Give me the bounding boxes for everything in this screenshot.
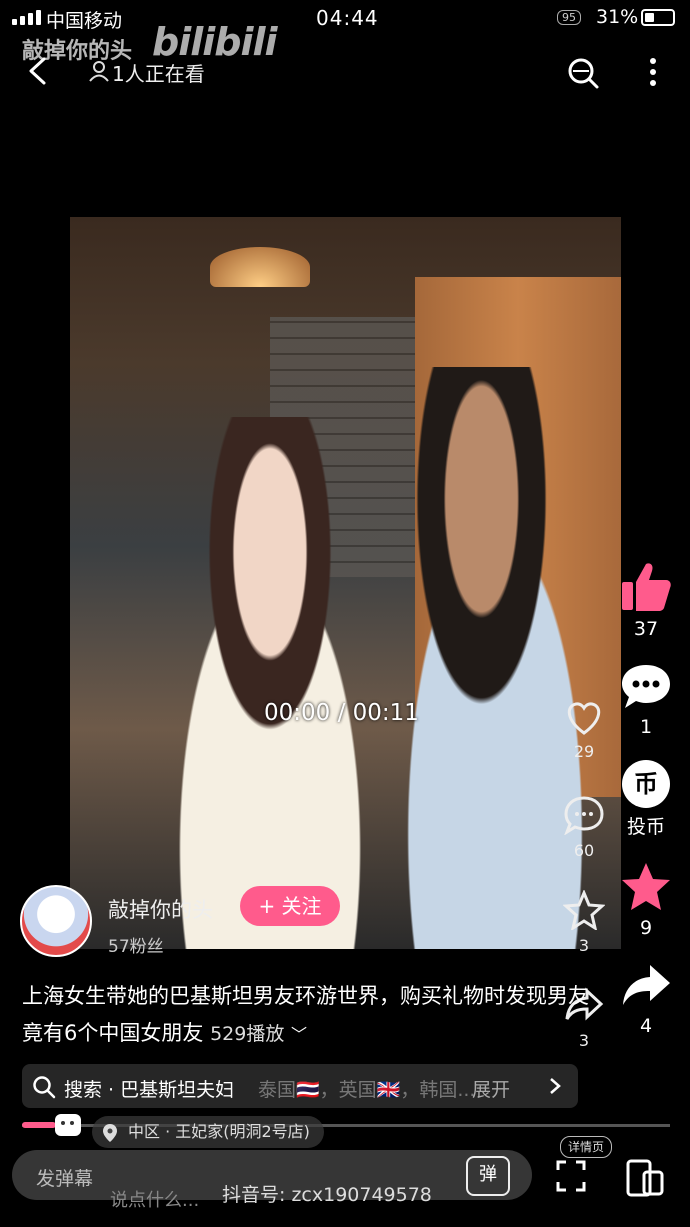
viewers-icon xyxy=(89,61,109,82)
video-bg-lamp xyxy=(210,247,310,287)
search-ghost-text: 泰国🇹🇭，英国🇬🇧，韩国... xyxy=(258,1079,476,1101)
share-icon xyxy=(623,965,670,1005)
heart-icon xyxy=(567,702,601,735)
portrait-icon[interactable] xyxy=(624,1158,666,1198)
star-icon xyxy=(622,863,670,910)
video-timecode: 00:00 / 00:11 xyxy=(264,700,419,726)
coin-label: 投币 xyxy=(626,816,665,838)
back-icon[interactable] xyxy=(26,56,50,86)
progress-handle[interactable] xyxy=(55,1114,81,1136)
star-icon xyxy=(563,890,605,930)
fullscreen-icon[interactable] xyxy=(556,1160,586,1192)
danmu-placeholder: 发弹幕 xyxy=(36,1168,94,1190)
inner-comment-count: 60 xyxy=(573,841,595,860)
inner-like-count: 29 xyxy=(573,742,595,761)
comment-ghost-input: 说点什么... xyxy=(110,1190,200,1211)
thumb-up-icon xyxy=(622,563,671,611)
search-icon xyxy=(33,1076,56,1099)
video-player[interactable] xyxy=(70,217,621,949)
search-scan-icon[interactable] xyxy=(566,56,600,90)
search-expand[interactable]: 展开 xyxy=(472,1075,510,1102)
location-icon xyxy=(103,1124,117,1142)
danmu-toggle-button[interactable]: 弹 xyxy=(466,1156,510,1196)
battery-level-chip: 95 xyxy=(557,10,581,25)
inner-comment[interactable]: 60 xyxy=(558,795,610,890)
more-icon[interactable] xyxy=(644,56,662,88)
author-name[interactable]: 敲掉你的头 xyxy=(108,894,213,924)
coin-icon: 币 xyxy=(622,760,670,808)
inner-like[interactable]: 29 xyxy=(558,700,610,795)
favorite-count: 9 xyxy=(639,917,653,939)
video-description[interactable]: 上海女生带她的巴基斯坦男友环游世界，购买礼物时发现男友竟有6个中国女朋友 529… xyxy=(22,978,592,1053)
fans-count: 57粉丝 xyxy=(108,937,164,957)
comment-action[interactable]: 1 xyxy=(618,662,674,738)
comment-icon xyxy=(564,796,604,835)
inner-star[interactable]: 3 xyxy=(558,890,610,985)
comment-count: 1 xyxy=(639,716,653,738)
search-query: 搜索 · 巴基斯坦夫妇 xyxy=(64,1079,235,1101)
viewers-count: 1人正在看 xyxy=(112,62,205,86)
related-search-bar[interactable]: 搜索 · 巴基斯坦夫妇 泰国🇹🇭，英国🇬🇧，韩国... 展开 xyxy=(22,1064,578,1108)
chevron-right-icon xyxy=(550,1078,561,1094)
like-action[interactable]: 37 xyxy=(618,560,674,640)
share-action[interactable]: 4 xyxy=(618,961,674,1037)
location-tag[interactable]: 中区 · 王妃家(明洞2号店) xyxy=(92,1116,324,1148)
comment-icon xyxy=(622,665,670,708)
coin-action[interactable]: 币 投币 xyxy=(618,760,674,839)
favorite-action[interactable]: 9 xyxy=(618,861,674,939)
signal-icon xyxy=(12,10,41,25)
carrier-label: 中国移动 xyxy=(46,10,123,32)
battery-percent: 31% xyxy=(596,6,639,28)
clock: 04:44 xyxy=(316,6,379,30)
play-count: 529播放 xyxy=(210,1023,285,1045)
battery-icon xyxy=(641,9,675,26)
follow-button[interactable]: + 关注 xyxy=(240,886,340,926)
location-text: 中区 · 王妃家(明洞2号店) xyxy=(128,1122,310,1141)
action-rail: 37 1 币 投币 9 4 xyxy=(618,560,674,1059)
share-count: 4 xyxy=(639,1015,653,1037)
author-avatar[interactable] xyxy=(20,885,92,957)
like-count: 37 xyxy=(633,618,659,640)
progress-fill xyxy=(22,1122,56,1128)
douyin-watermark: 抖音号: zcx190749578 xyxy=(222,1184,432,1206)
inner-star-count: 3 xyxy=(578,936,590,955)
chevron-down-icon[interactable]: ﹀ xyxy=(291,1025,307,1044)
detail-page-chip[interactable]: 详情页 xyxy=(560,1136,612,1158)
